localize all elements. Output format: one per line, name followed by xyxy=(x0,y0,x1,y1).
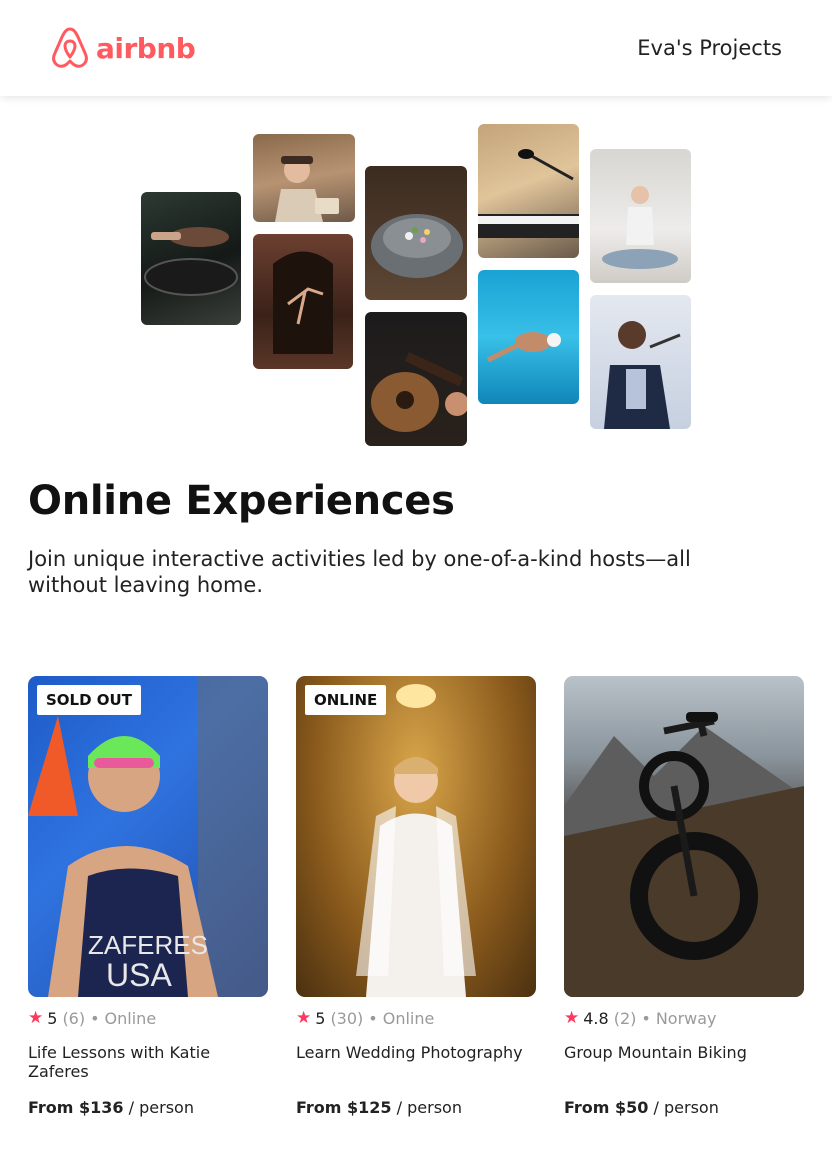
card-title: Life Lessons with Katie Zaferes xyxy=(28,1043,211,1081)
card-price: From $125 / person xyxy=(296,1098,462,1117)
rating-value: 5 xyxy=(315,1008,326,1028)
status-badge: ONLINE xyxy=(305,685,387,715)
price-unit: / person xyxy=(396,1098,462,1117)
ballet-dancer-photo xyxy=(253,234,353,369)
price-amount: From $136 xyxy=(28,1098,124,1117)
cooking-photo xyxy=(141,192,241,325)
location-label: Norway xyxy=(655,1008,717,1028)
stats-separator: • xyxy=(90,1008,100,1028)
swimmer-photo xyxy=(478,270,579,404)
status-badge: SOLD OUT xyxy=(37,685,141,715)
hero-photo-grid xyxy=(0,96,832,456)
price-unit: / person xyxy=(653,1098,719,1117)
page-subtitle: Join unique interactive activities led b… xyxy=(28,547,691,597)
experience-card[interactable]: ★ 4.8 (2) • Norway Group Mountain Biking… xyxy=(564,676,804,1117)
card-price: From $136 / person xyxy=(28,1098,194,1117)
stats-separator: • xyxy=(641,1008,651,1028)
food-bowl-photo xyxy=(365,166,467,300)
nav-link-projects[interactable]: Eva's Projects xyxy=(637,36,782,60)
piano-microphone-photo xyxy=(478,124,579,258)
review-count: (6) xyxy=(62,1008,86,1028)
svg-text:USA: USA xyxy=(106,957,172,993)
card-stats: ★ 5 (30) • Online xyxy=(296,1008,536,1028)
experience-card[interactable]: ONLINE ★ 5 (30) • Online Learn Wedding P… xyxy=(296,676,536,1117)
logo-text: airbnb xyxy=(96,31,196,65)
svg-text:ZAFERES: ZAFERES xyxy=(88,930,208,960)
location-label: Online xyxy=(104,1008,157,1028)
card-price: From $50 / person xyxy=(564,1098,719,1117)
airbnb-logo-icon xyxy=(52,27,88,68)
singer-photo xyxy=(590,295,691,429)
guitar-photo xyxy=(365,312,467,446)
card-title: Learn Wedding Photography xyxy=(296,1043,523,1062)
mountain-bike-photo xyxy=(564,676,804,997)
yoga-photo xyxy=(590,149,691,283)
star-icon: ★ xyxy=(564,1008,580,1028)
star-icon: ★ xyxy=(296,1008,312,1028)
experience-card[interactable]: ZAFERES USA SOLD OUT ★ 5 (6) • Online Li… xyxy=(28,676,268,1117)
rating-value: 4.8 xyxy=(583,1008,609,1028)
location-label: Online xyxy=(382,1008,435,1028)
star-icon: ★ xyxy=(28,1008,44,1028)
baker-woman-photo xyxy=(253,134,355,222)
card-stats: ★ 5 (6) • Online xyxy=(28,1008,268,1028)
review-count: (30) xyxy=(330,1008,364,1028)
rating-value: 5 xyxy=(47,1008,58,1028)
airbnb-logo[interactable]: airbnb xyxy=(50,26,196,70)
card-title: Group Mountain Biking xyxy=(564,1043,747,1062)
review-count: (2) xyxy=(613,1008,637,1028)
top-header: airbnb Eva's Projects xyxy=(0,0,832,96)
price-amount: From $125 xyxy=(296,1098,392,1117)
price-amount: From $50 xyxy=(564,1098,649,1117)
card-stats: ★ 4.8 (2) • Norway xyxy=(564,1008,804,1028)
stats-separator: • xyxy=(368,1008,378,1028)
page-title: Online Experiences xyxy=(28,478,455,524)
triathlete-photo: ZAFERES USA SOLD OUT xyxy=(28,676,268,997)
bride-photo: ONLINE xyxy=(296,676,536,997)
price-unit: / person xyxy=(128,1098,194,1117)
